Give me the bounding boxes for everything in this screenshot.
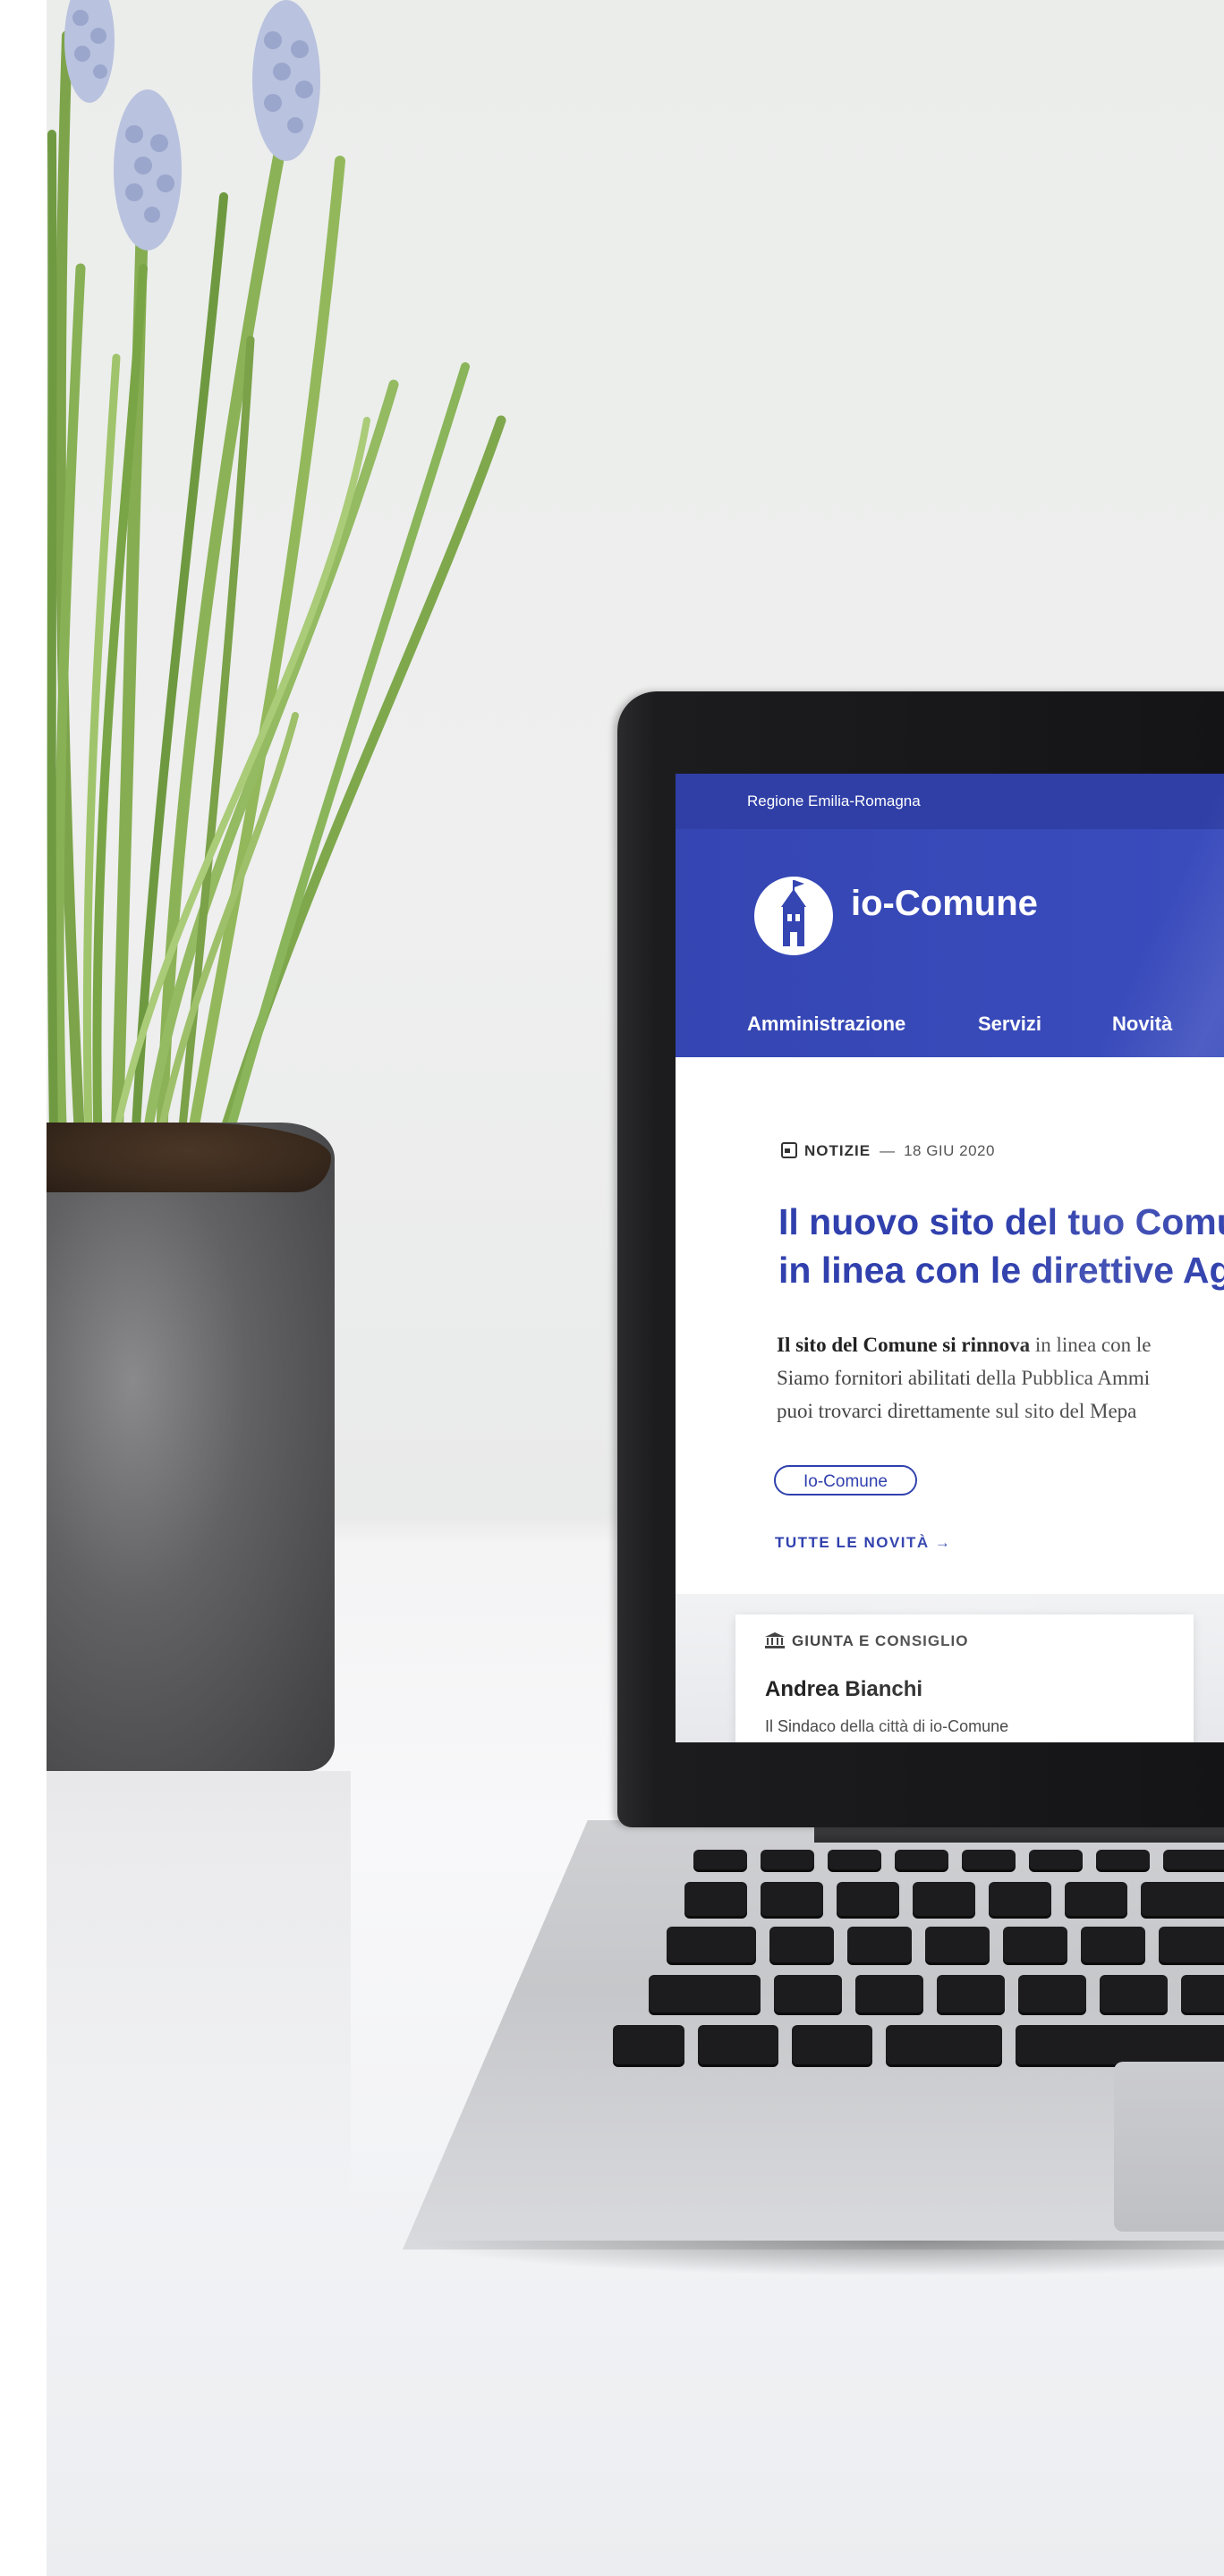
card-category-label: GIUNTA E CONSIGLIO xyxy=(792,1632,969,1649)
grape-hyacinth-plant xyxy=(47,0,506,1169)
keyboard-key xyxy=(1100,1975,1168,2012)
meta-separator: — xyxy=(880,1142,896,1159)
nav-item-novita[interactable]: Novità xyxy=(1112,1013,1172,1036)
keyboard-key xyxy=(1163,1850,1224,1869)
body-line-1-rest: in linea con le xyxy=(1030,1334,1152,1356)
keyboard-key xyxy=(1065,1882,1127,1916)
pot-soil xyxy=(47,1123,331,1192)
laptop-shadow xyxy=(412,2241,1224,2276)
keyboard-key xyxy=(1029,1850,1083,1869)
article-meta: NOTIZIE — 18 GIU 2020 xyxy=(781,1142,995,1160)
headline-line-2: in linea con le direttive Agi xyxy=(778,1250,1224,1291)
article-section xyxy=(676,1057,1224,1594)
card-category: GIUNTA E CONSIGLIO xyxy=(765,1632,968,1650)
keyboard-key xyxy=(847,1927,912,1962)
keyboard-key xyxy=(962,1850,1016,1869)
keyboard-key xyxy=(925,1927,990,1962)
keyboard-key xyxy=(792,2025,872,2064)
keyboard-key xyxy=(613,2025,684,2064)
keyboard-key xyxy=(761,1850,814,1869)
keyboard-key xyxy=(1081,1927,1145,1962)
concrete-pot xyxy=(47,1123,335,1771)
headline-line-1: Il nuovo sito del tuo Comun xyxy=(778,1201,1224,1242)
keyboard-key xyxy=(693,1850,747,1869)
site-logo[interactable] xyxy=(754,877,833,955)
site-brand-name[interactable]: io-Comune xyxy=(851,884,1038,924)
keyboard-key xyxy=(895,1850,948,1869)
keyboard-key xyxy=(886,2025,1002,2064)
keyboard-key xyxy=(769,1927,834,1962)
government-building-icon xyxy=(765,1632,785,1648)
pot-reflection xyxy=(47,1771,351,2218)
laptop-trackpad xyxy=(1114,2062,1224,2232)
laptop-keyboard xyxy=(608,1850,1224,2064)
keyboard-key xyxy=(649,1975,761,2012)
article-tag[interactable]: Io-Comune xyxy=(774,1465,917,1496)
card-person-role: Il Sindaco della città di io-Comune xyxy=(765,1717,1009,1735)
article-category[interactable]: NOTIZIE xyxy=(804,1142,871,1159)
keyboard-key xyxy=(837,1882,899,1916)
keyboard-key xyxy=(828,1850,881,1869)
nav-item-servizi[interactable]: Servizi xyxy=(978,1013,1041,1036)
body-line-2: Siamo fornitori abilitati della Pubblica… xyxy=(777,1367,1151,1389)
region-label[interactable]: Regione Emilia-Romagna xyxy=(747,792,921,810)
card-person-name[interactable]: Andrea Bianchi xyxy=(765,1677,922,1702)
keyboard-key xyxy=(774,1975,842,2012)
town-hall-icon xyxy=(781,880,806,946)
body-line-3: puoi trovarci direttamente sul sito del … xyxy=(777,1400,1137,1422)
all-news-link[interactable]: TUTTE LE NOVITÀ → xyxy=(775,1534,951,1552)
keyboard-key xyxy=(1141,1882,1224,1916)
region-bar: Regione Emilia-Romagna xyxy=(676,774,1224,829)
keyboard-key xyxy=(1003,1927,1067,1962)
photo-scene: Regione Emilia-Romagna io-Comune Amminis… xyxy=(0,0,1224,2576)
keyboard-key xyxy=(1159,1927,1224,1962)
keyboard-key xyxy=(855,1975,923,2012)
keyboard-key xyxy=(989,1882,1051,1916)
calendar-icon xyxy=(781,1142,797,1158)
article-headline[interactable]: Il nuovo sito del tuo Comun in linea con… xyxy=(778,1198,1224,1294)
article-body: Il sito del Comune si rinnova in linea c… xyxy=(777,1328,1224,1428)
keyboard-key xyxy=(684,1882,747,1916)
keyboard-key xyxy=(913,1882,975,1916)
nav-item-amministrazione[interactable]: Amministrazione xyxy=(747,1013,905,1036)
laptop-screen: Regione Emilia-Romagna io-Comune Amminis… xyxy=(676,774,1224,1742)
keyboard-key xyxy=(1181,1975,1224,2012)
keyboard-key xyxy=(698,2025,778,2064)
keyboard-key xyxy=(667,1927,756,1962)
body-bold-lead: Il sito del Comune si rinnova xyxy=(777,1334,1031,1356)
keyboard-key xyxy=(937,1975,1005,2012)
keyboard-key xyxy=(761,1882,823,1916)
keyboard-key xyxy=(1096,1850,1150,1869)
keyboard-key xyxy=(1018,1975,1086,2012)
keyboard-key xyxy=(1016,2025,1224,2064)
article-date: 18 GIU 2020 xyxy=(904,1142,995,1159)
body-line-1: Il sito del Comune si rinnova in linea c… xyxy=(777,1328,1224,1361)
